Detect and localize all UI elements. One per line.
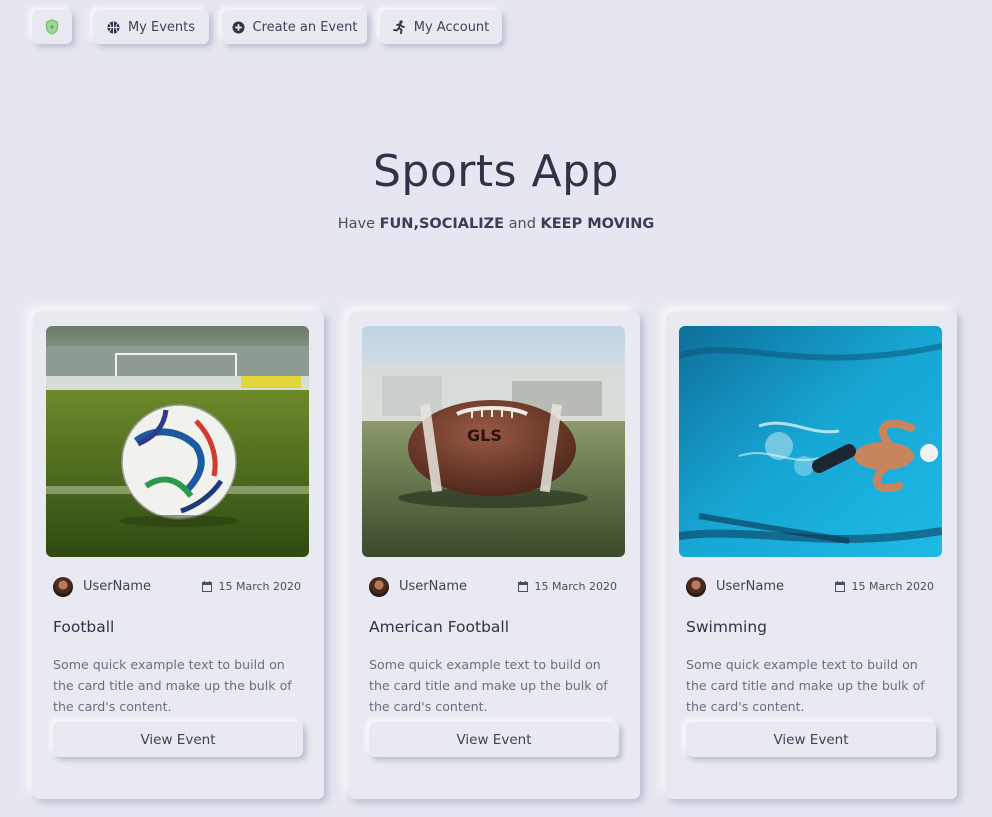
tagline-and: and xyxy=(504,216,541,232)
event-date-text: 15 March 2020 xyxy=(851,580,934,593)
card-text: Some quick example text to build on the … xyxy=(369,657,608,714)
plus-circle-icon xyxy=(232,21,245,33)
tagline: Have FUN,SOCIALIZE and KEEP MOVING xyxy=(0,216,992,232)
view-event-button[interactable]: View Event xyxy=(369,722,619,757)
card-meta: UserName 15 March 2020 xyxy=(686,577,934,599)
my-account-button[interactable]: My Account xyxy=(380,10,502,44)
avatar xyxy=(686,577,706,597)
hero: Sports App Have FUN,SOCIALIZE and KEEP M… xyxy=(0,140,992,232)
basketball-icon xyxy=(107,21,120,33)
create-event-button[interactable]: Create an Event xyxy=(222,10,367,44)
card-title: American Football xyxy=(369,618,510,636)
username: UserName xyxy=(83,579,151,594)
top-nav: My Events Create an Event My Account xyxy=(0,10,992,46)
event-date: 15 March 2020 xyxy=(835,580,934,593)
my-account-label: My Account xyxy=(413,19,490,35)
my-events-button[interactable]: My Events xyxy=(93,10,209,44)
running-icon xyxy=(392,20,405,34)
shield-icon xyxy=(45,19,59,35)
username: UserName xyxy=(716,579,784,594)
event-date: 15 March 2020 xyxy=(518,580,617,593)
page-title: Sports App xyxy=(373,146,619,197)
card-meta: UserName 15 March 2020 xyxy=(369,577,617,599)
tagline-keep-moving: KEEP MOVING xyxy=(540,216,655,232)
tagline-have: Have xyxy=(337,216,380,232)
avatar xyxy=(369,577,389,597)
calendar-icon xyxy=(202,581,213,592)
my-events-label: My Events xyxy=(127,19,196,35)
event-card-swimming: UserName 15 March 2020 Swimming Some qui… xyxy=(666,312,957,799)
avatar xyxy=(53,577,73,597)
card-text: Some quick example text to build on the … xyxy=(53,657,292,714)
football-image xyxy=(46,326,309,557)
view-event-button[interactable]: View Event xyxy=(53,722,303,757)
create-event-label: Create an Event xyxy=(252,19,358,35)
tagline-fun: FUN xyxy=(379,216,414,232)
american-football-image: GLS xyxy=(362,326,625,557)
swimming-image xyxy=(679,326,942,557)
svg-text:GLS: GLS xyxy=(467,426,502,445)
calendar-icon xyxy=(518,581,529,592)
event-card-american-football: GLS UserName 15 March 2020 American Foot… xyxy=(349,312,640,799)
event-date-text: 15 March 2020 xyxy=(534,580,617,593)
card-title: Football xyxy=(53,618,115,636)
event-date-text: 15 March 2020 xyxy=(218,580,301,593)
card-meta: UserName 15 March 2020 xyxy=(53,577,301,599)
home-logo-button[interactable] xyxy=(32,10,72,44)
view-event-button[interactable]: View Event xyxy=(686,722,936,757)
username: UserName xyxy=(399,579,467,594)
event-card-football: UserName 15 March 2020 Football Some qui… xyxy=(33,312,324,799)
card-text: Some quick example text to build on the … xyxy=(686,657,925,714)
card-title: Swimming xyxy=(686,618,767,636)
tagline-socialize: ,SOCIALIZE xyxy=(413,216,505,232)
calendar-icon xyxy=(835,581,846,592)
event-date: 15 March 2020 xyxy=(202,580,301,593)
